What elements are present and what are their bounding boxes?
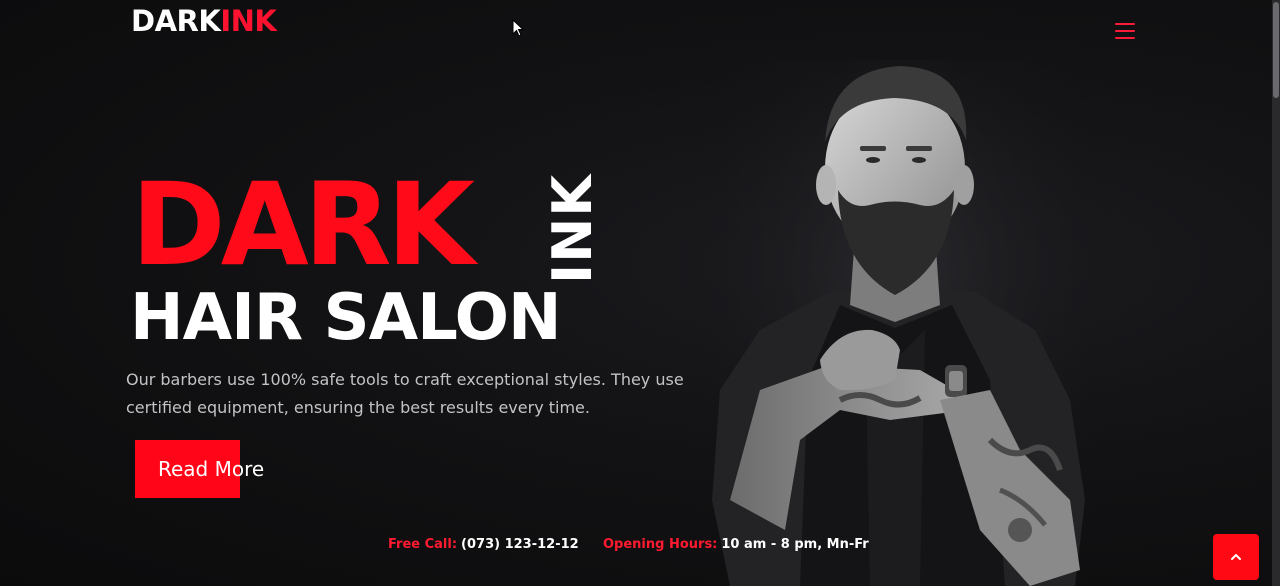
read-more-button[interactable]: Read More — [135, 440, 264, 498]
hero-description: Our barbers use 100% safe tools to craft… — [126, 370, 684, 417]
opening-hours-label: Opening Hours: — [603, 537, 718, 552]
hamburger-menu-icon[interactable] — [1112, 18, 1138, 44]
hero-title-dark: DARK — [131, 158, 475, 291]
free-call-label: Free Call: — [388, 537, 458, 552]
read-more-label: Read More — [158, 457, 265, 481]
free-call-info: Free Call: (073) 123-12-12 — [388, 536, 579, 554]
hero-barber-photo — [690, 60, 1110, 586]
scroll-to-top-button[interactable] — [1213, 534, 1259, 580]
hero-ink-text: INK — [542, 173, 598, 284]
scrollbar-thumb[interactable] — [1273, 2, 1279, 98]
hero-subtitle: HAIR SALON — [130, 281, 562, 355]
logo-text-dark: DARK — [131, 4, 221, 38]
chevron-up-icon — [1231, 554, 1241, 560]
opening-hours-info: Opening Hours: 10 am - 8 pm, Mn-Fr — [603, 536, 869, 554]
phone-number[interactable]: (073) 123-12-12 — [461, 537, 579, 552]
logo-text-ink: INK — [220, 4, 277, 38]
page-scrollbar[interactable] — [1272, 0, 1280, 586]
opening-hours-value: 10 am - 8 pm, Mn-Fr — [721, 537, 869, 552]
mouse-cursor-icon — [512, 19, 524, 37]
site-logo[interactable]: DARKINK — [131, 4, 277, 38]
hero-title-ink-vertical: INK — [542, 173, 598, 284]
